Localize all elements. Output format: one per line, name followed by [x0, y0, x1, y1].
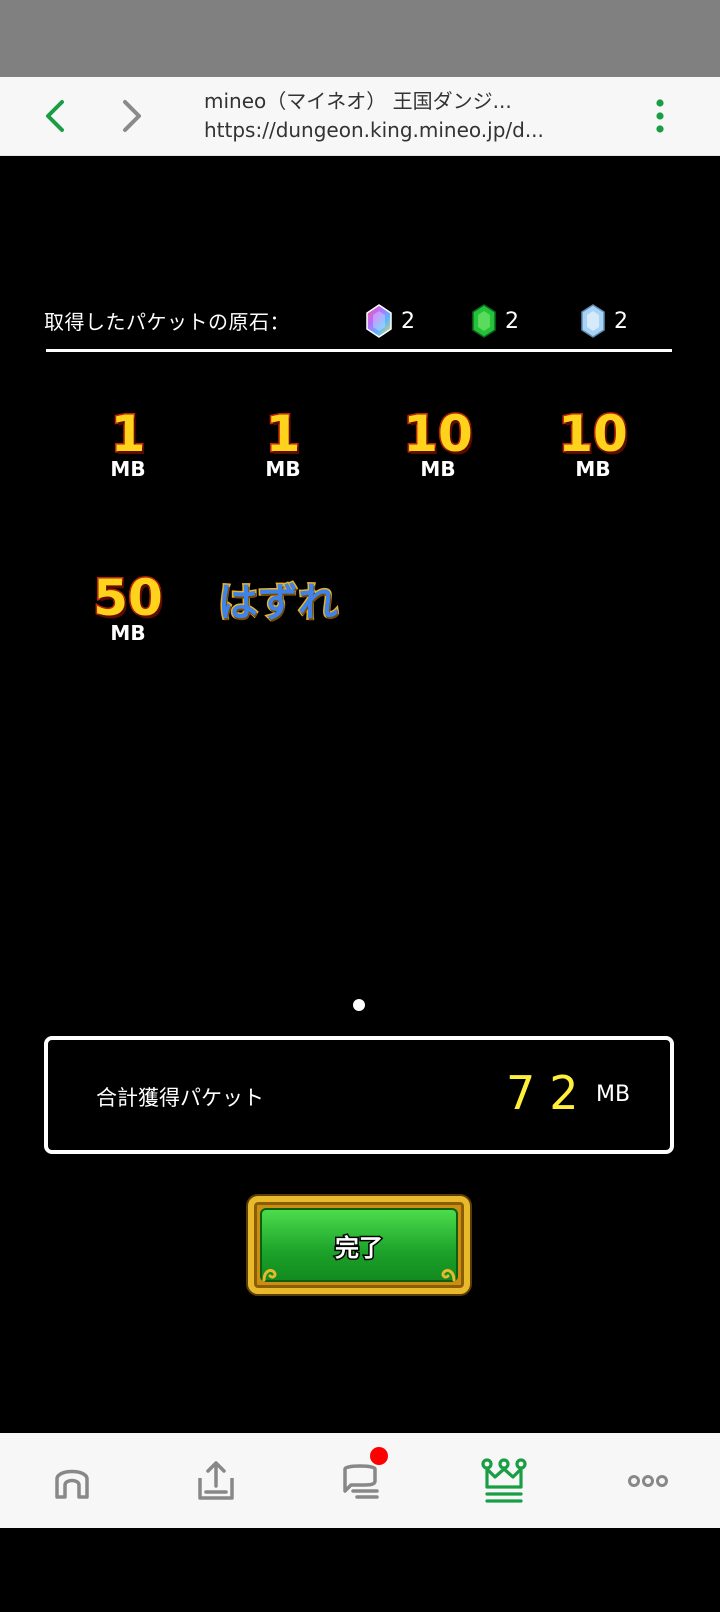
gem-count: 2 [505, 308, 519, 334]
prize-unit: MB [420, 457, 456, 481]
prize-item: 10 MB [533, 405, 653, 481]
chevron-right-icon [123, 100, 141, 132]
prize-unit: MB [575, 457, 611, 481]
game-canvas: 取得したパケットの原石： 2 2 2 1 MB 1 MB 10 MB 10 MB… [0, 156, 720, 1433]
ornament-icon [441, 1268, 456, 1282]
prize-unit: MB [265, 457, 301, 481]
prize-item: 50 MB [68, 569, 188, 645]
total-value: 72 [506, 1066, 593, 1120]
home-icon [55, 1469, 89, 1499]
status-bar [0, 0, 720, 77]
prize-item: 1 MB [223, 405, 343, 481]
prize-item: 1 MB [68, 405, 188, 481]
divider [46, 349, 672, 352]
tab-kingdom[interactable] [432, 1433, 576, 1528]
prize-value: 10 [557, 405, 630, 463]
tab-chat[interactable] [288, 1433, 432, 1528]
page-url: https://dungeon.king.mineo.jp/d... [204, 118, 544, 142]
forward-button[interactable] [107, 91, 157, 141]
chat-icon [343, 1463, 379, 1499]
prize-unit: MB [110, 457, 146, 481]
back-button[interactable] [30, 91, 80, 141]
prize-value: 1 [264, 405, 302, 463]
prize-value: 50 [92, 569, 165, 627]
more-menu-button[interactable] [644, 93, 676, 139]
tab-more[interactable] [576, 1433, 720, 1528]
tab-upload[interactable] [144, 1433, 288, 1528]
prize-unit: MB [110, 621, 146, 645]
ornament-icon [262, 1268, 277, 1282]
green-gem-icon [472, 304, 496, 338]
page-indicator-dot [353, 999, 365, 1011]
tab-home[interactable] [0, 1433, 144, 1528]
kingdom-crown-icon [481, 1457, 527, 1503]
gem-green: 2 [471, 304, 519, 338]
url-bar[interactable]: mineo（マイネオ） 王国ダンジ... https://dungeon.kin… [204, 87, 604, 145]
prize-value: 1 [109, 405, 147, 463]
prize-item: 10 MB [378, 405, 498, 481]
gem-blue: 2 [580, 304, 628, 338]
page-title: mineo（マイネオ） 王国ダンジ... [204, 89, 512, 113]
gem-rainbow: 2 [365, 304, 415, 338]
notification-badge [370, 1447, 388, 1465]
bottom-navigation [0, 1433, 720, 1528]
kebab-menu-icon [656, 99, 664, 133]
more-icon [628, 1474, 668, 1487]
blue-gem-icon [581, 304, 605, 338]
gem-count: 2 [401, 308, 415, 334]
total-label: 合計獲得パケット [96, 1086, 264, 1110]
gems-label: 取得したパケットの原石： [44, 310, 290, 334]
system-nav-bar [0, 1528, 720, 1612]
prize-value: 10 [402, 405, 475, 463]
chevron-left-icon [46, 100, 64, 132]
miss-result: はずれ [217, 579, 340, 628]
done-button[interactable]: 完了 [248, 1196, 470, 1294]
total-unit: MB [596, 1082, 631, 1107]
total-packet-box: 合計獲得パケット 72 MB [44, 1036, 674, 1154]
rainbow-gem-icon [366, 304, 392, 338]
upload-icon [198, 1460, 234, 1500]
done-button-label: 完了 [334, 1232, 385, 1263]
done-button-face: 完了 [260, 1208, 458, 1282]
gem-count: 2 [614, 308, 628, 334]
browser-toolbar: mineo（マイネオ） 王国ダンジ... https://dungeon.kin… [0, 77, 720, 156]
